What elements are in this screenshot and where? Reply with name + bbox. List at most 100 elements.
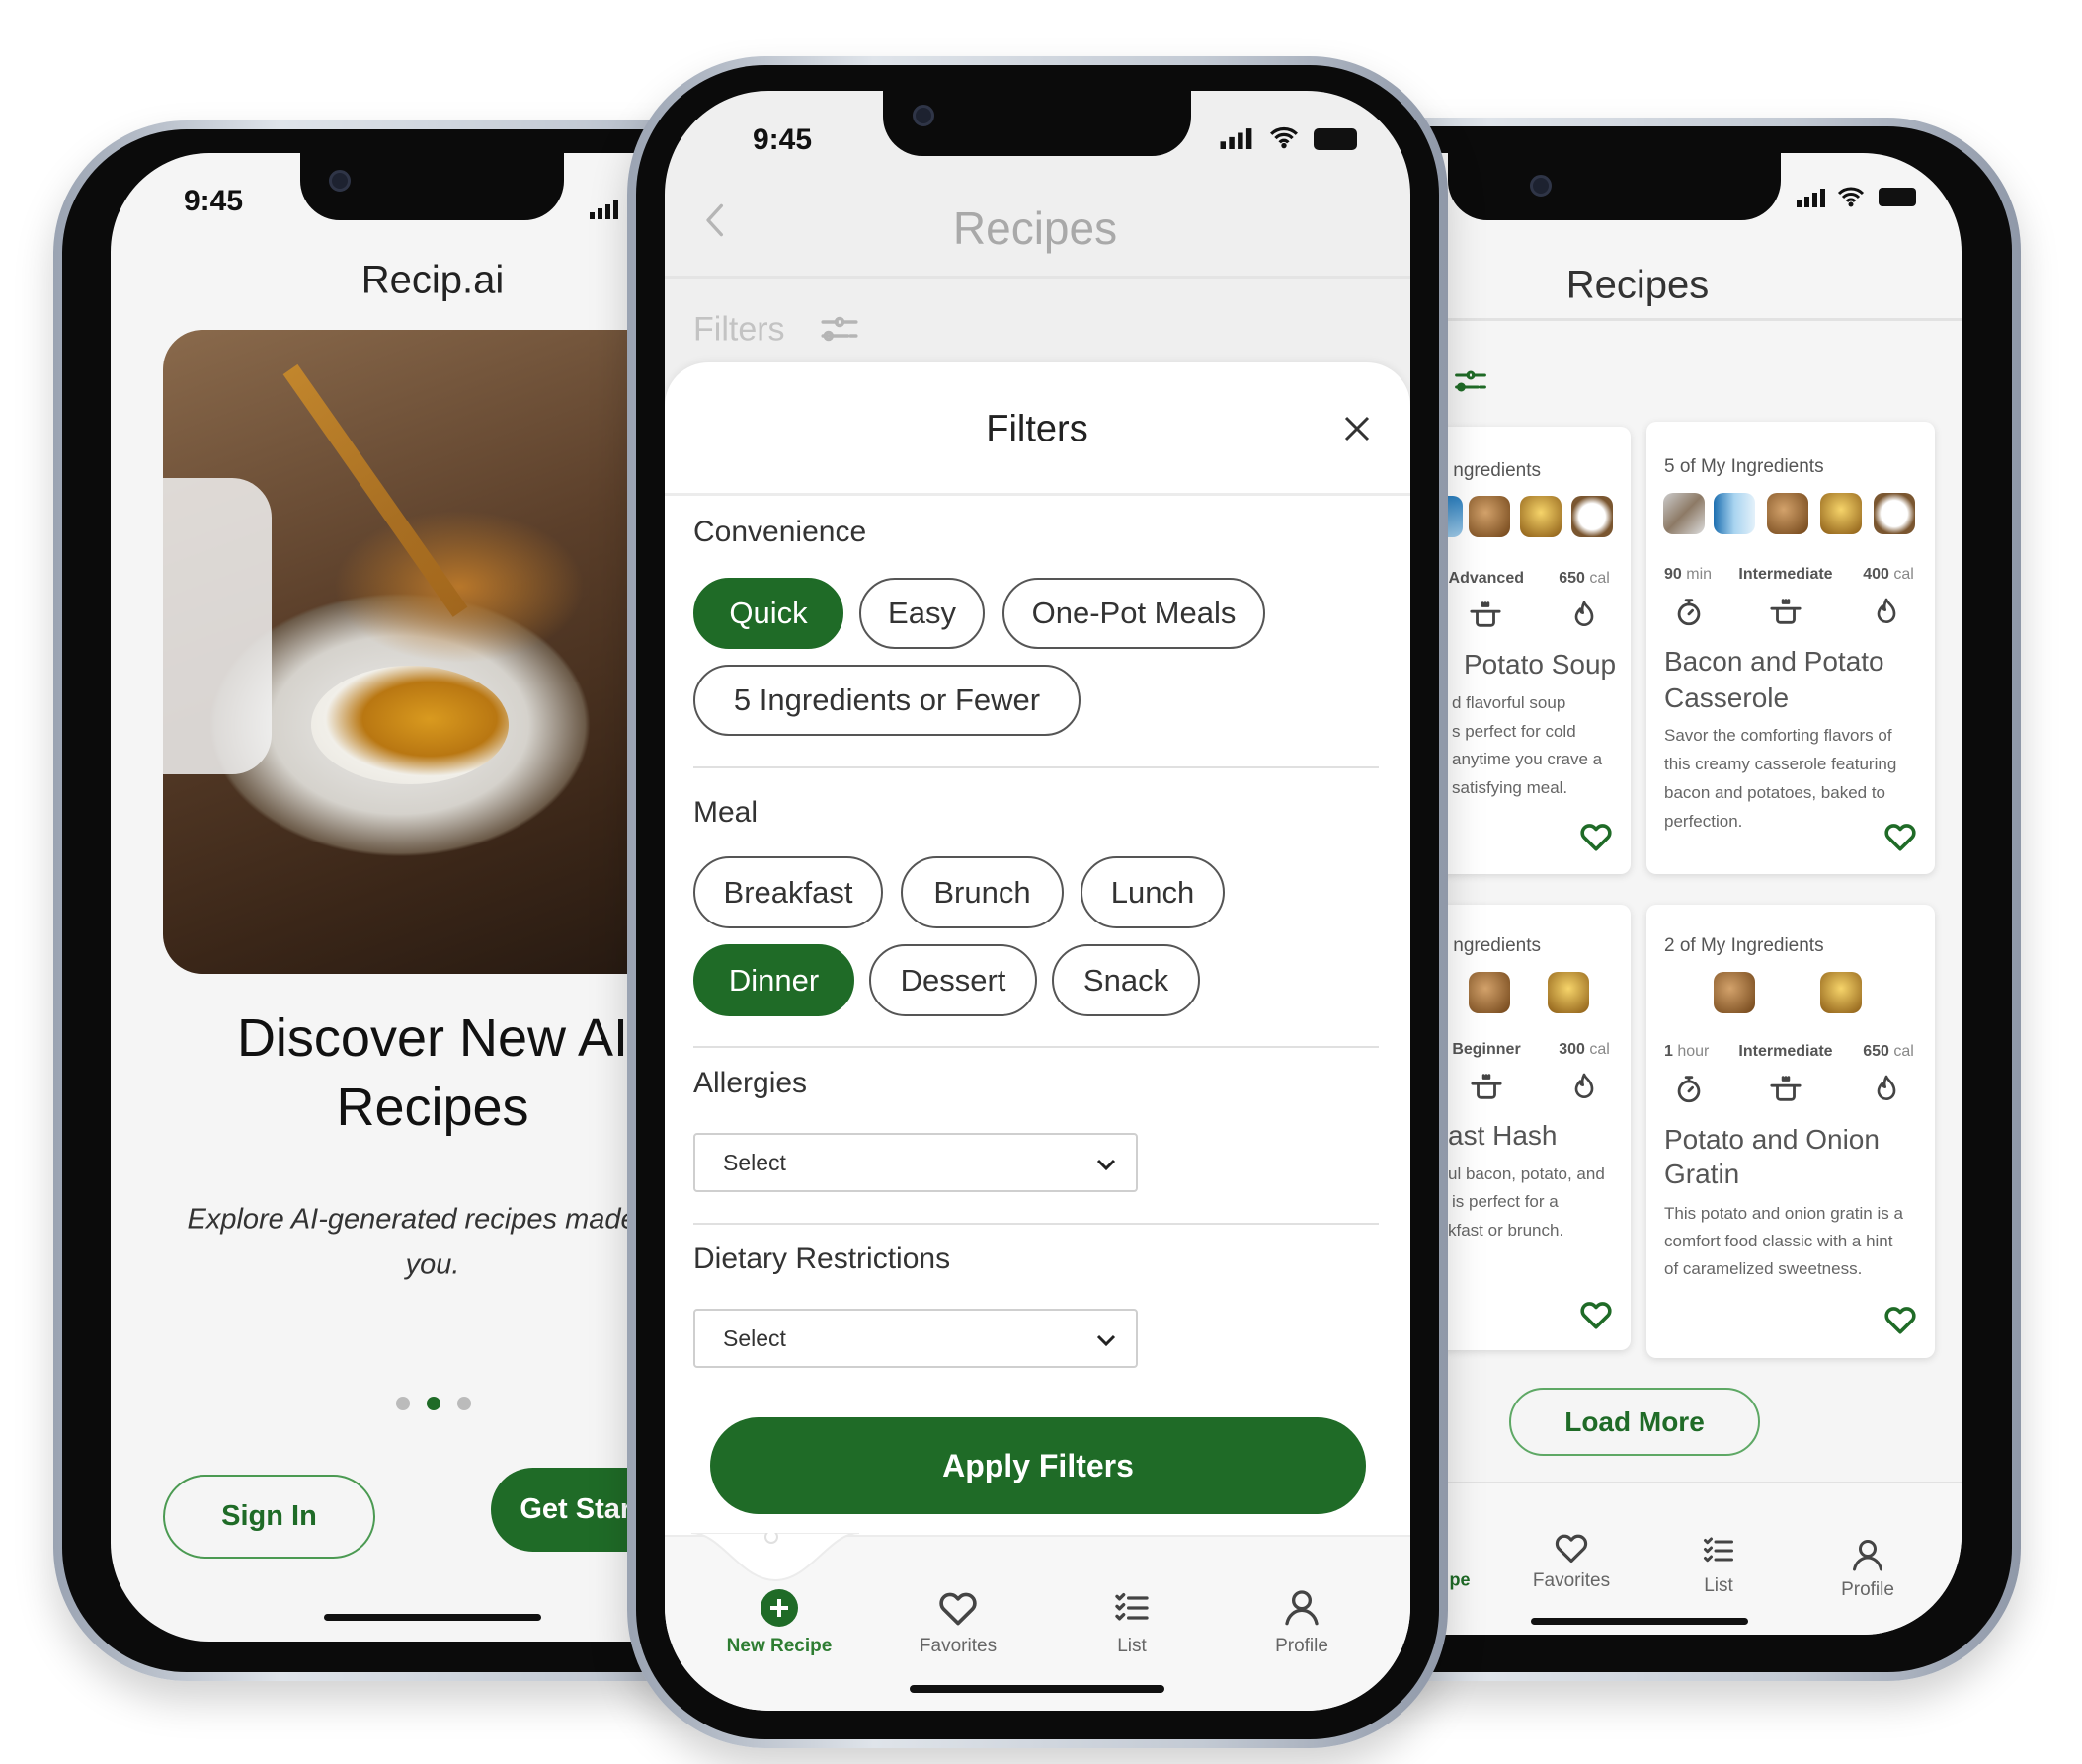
load-more-button[interactable]: Load More [1509,1388,1760,1456]
carousel-dot-active[interactable] [427,1397,440,1410]
chip-dinner[interactable]: Dinner [693,944,854,1016]
nav-new-recipe[interactable]: New Recipe [727,1636,833,1657]
apply-filters-button[interactable]: Apply Filters [710,1417,1366,1514]
recipe-desc: satisfying meal. [1452,778,1568,797]
chip-snack[interactable]: Snack [1052,944,1200,1016]
signal-icon [590,200,618,219]
pot-icon [1470,1070,1503,1103]
carousel-dot[interactable] [457,1397,471,1410]
recipe-desc: kfast or brunch. [1448,1221,1564,1240]
recipe-desc: anytime you crave a [1452,750,1603,768]
ingredient-image [1663,493,1705,534]
ingredient-image [1874,493,1915,534]
user-icon[interactable] [1282,1587,1321,1627]
nav-profile[interactable]: Profile [1841,1579,1894,1601]
heart-icon[interactable] [1553,1529,1590,1566]
heart-icon[interactable] [1578,819,1614,854]
chevron-down-icon [1096,1159,1116,1171]
nav-list[interactable]: List [1117,1636,1147,1657]
chip-5-ingredients[interactable]: 5 Ingredients or Fewer [693,665,1081,736]
difficulty: Advanced [1448,570,1524,587]
ingredient-image [1714,972,1755,1013]
ingredient-image [1820,972,1862,1013]
section-title-dietary: Dietary Restrictions [693,1243,951,1275]
chip-dessert[interactable]: Dessert [869,944,1037,1016]
ingredient-image [1520,496,1562,537]
heart-icon[interactable] [1882,819,1918,854]
nav-notch [691,1533,859,1582]
nav-favorites[interactable]: Favorites [920,1636,997,1657]
carousel-dot[interactable] [396,1397,410,1410]
recipe-title: Gratin [1664,1159,1740,1189]
chip-lunch[interactable]: Lunch [1081,856,1225,928]
nav-new-recipe-label[interactable]: pe [1449,1570,1470,1591]
pot-icon [1769,1072,1802,1105]
checklist-icon[interactable] [1701,1533,1736,1568]
ingredient-image [1820,493,1862,534]
nav-list[interactable]: List [1704,1575,1733,1597]
dietary-select[interactable]: Select [693,1309,1138,1368]
recipe-title: Casserole [1664,682,1790,713]
wifi-icon [1270,126,1298,149]
checklist-icon[interactable] [1112,1588,1152,1628]
headline-line1: Discover New AI [236,1008,629,1068]
plus-circle-icon[interactable] [760,1588,799,1628]
signal-icon [1797,189,1825,207]
ingredient-image [1571,496,1613,537]
recipe-desc: bacon and potatoes, baked to [1664,783,1886,802]
recipe-desc: of caramelized sweetness. [1664,1259,1863,1278]
chip-quick[interactable]: Quick [693,578,843,649]
section-title-convenience: Convenience [693,516,867,548]
allergies-select[interactable]: Select [693,1133,1138,1192]
recipe-title: ast Hash [1448,1120,1558,1151]
calories: 300 [1559,1041,1585,1058]
recipe-desc: perfection. [1664,812,1743,831]
nav-favorites[interactable]: Favorites [1533,1570,1610,1592]
difficulty: Beginner [1452,1041,1521,1058]
ingredient-image [1714,493,1755,534]
headline-line2: Recipes [336,1078,529,1137]
heart-icon[interactable] [1578,1297,1614,1332]
filters-bar-label[interactable]: Filters [693,311,785,350]
status-time: 9:45 [183,185,244,217]
subtitle-line2: you. [405,1248,460,1281]
close-icon[interactable] [1342,414,1372,443]
nav-profile[interactable]: Profile [1275,1636,1328,1657]
filter-icon[interactable] [820,315,859,343]
ingredients-count: ngredients [1453,460,1541,481]
recipe-title: Potato Soup [1464,649,1617,680]
chip-brunch[interactable]: Brunch [901,856,1064,928]
chip-easy[interactable]: Easy [859,578,985,649]
flame-icon [1871,1073,1902,1104]
home-indicator [1531,1618,1748,1625]
heart-icon[interactable] [936,1586,980,1630]
flame-icon [1568,599,1600,630]
filter-icon[interactable] [1454,369,1487,393]
calories: 400 [1863,566,1889,583]
recipe-desc: ul bacon, potato, and [1448,1164,1605,1183]
section-title-allergies: Allergies [693,1067,808,1099]
ingredient-image [1469,972,1510,1013]
header-title: Recipes [952,202,1118,254]
home-indicator [324,1614,541,1621]
recipe-title: Bacon and Potato [1664,646,1884,677]
ingredients-count: 5 of My Ingredients [1664,456,1824,477]
sign-in-button[interactable]: Sign In [163,1475,375,1559]
flame-icon [1871,596,1902,627]
heart-icon[interactable] [1882,1302,1918,1337]
recipe-desc: d flavorful soup [1452,693,1566,712]
sheet-title: Filters [986,408,1088,450]
chip-one-pot-meals[interactable]: One-Pot Meals [1002,578,1265,649]
recipe-desc: comfort food classic with a hint [1664,1232,1893,1250]
chevron-down-icon [1096,1334,1116,1347]
subtitle-line1: Explore AI-generated recipes made for [187,1203,679,1236]
recipe-desc: is perfect for a [1452,1192,1559,1211]
recipe-title: Potato and Onion [1664,1124,1880,1155]
back-chevron-icon[interactable] [701,200,731,240]
chip-breakfast[interactable]: Breakfast [693,856,883,928]
section-title-meal: Meal [693,796,759,829]
difficulty: Intermediate [1738,1043,1833,1060]
user-icon[interactable] [1850,1537,1885,1572]
status-time: 9:45 [752,123,813,156]
calories: 650 [1559,570,1585,587]
